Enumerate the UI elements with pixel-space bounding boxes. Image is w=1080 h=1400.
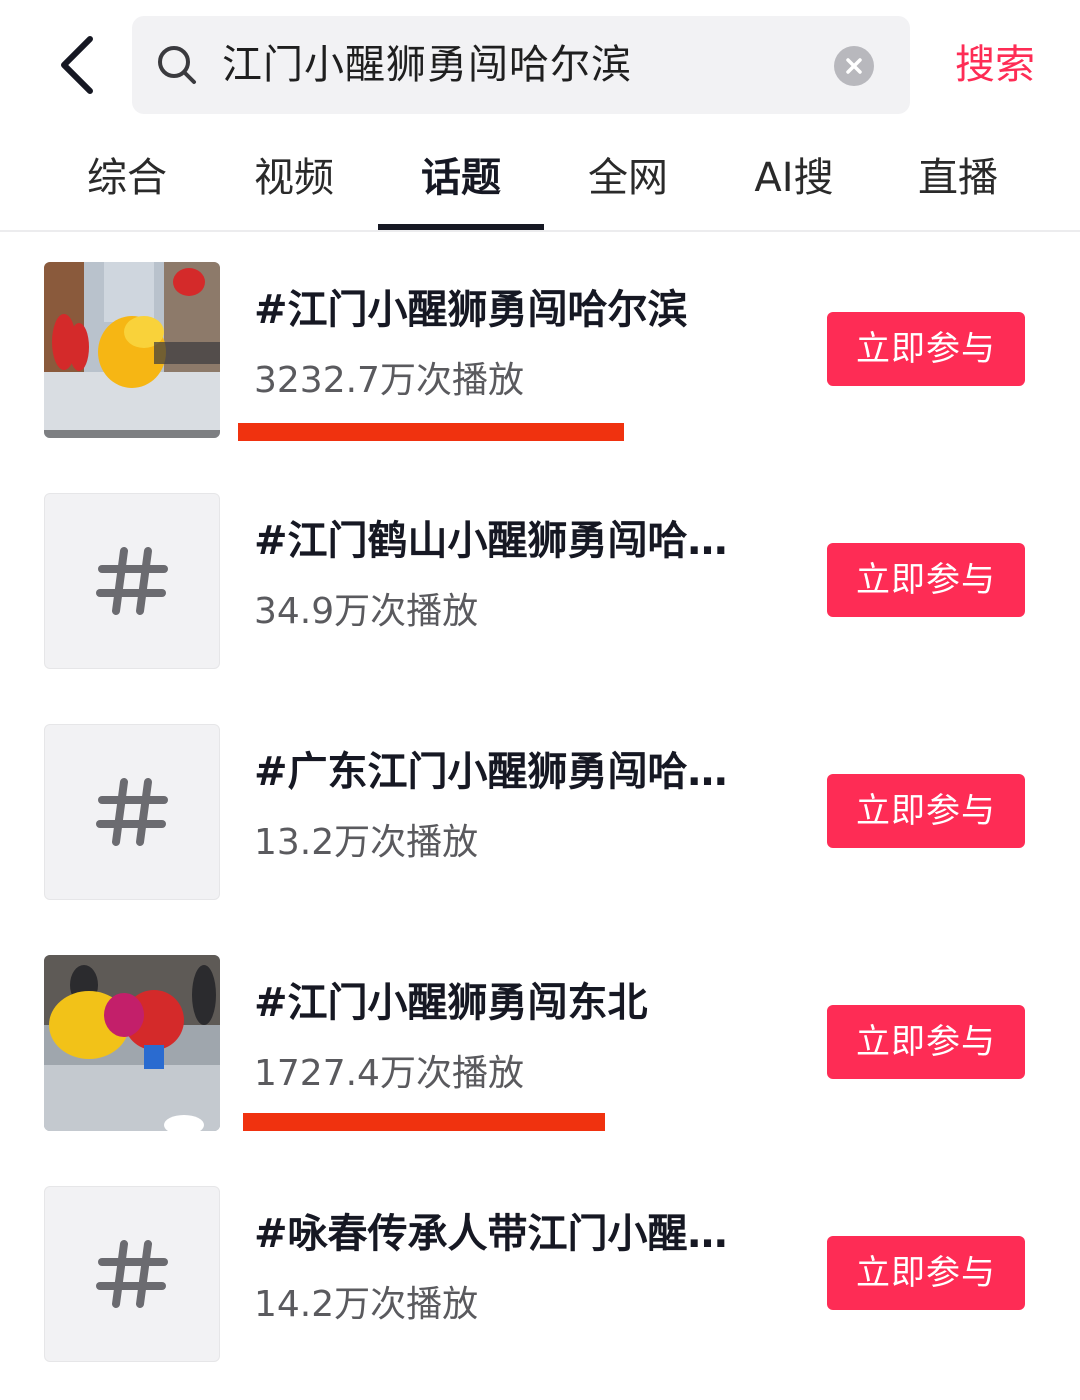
clear-icon[interactable]: [834, 46, 874, 86]
hash-thumbnail[interactable]: [44, 1186, 220, 1362]
search-icon: [152, 40, 202, 90]
join-topic-button[interactable]: 立即参与: [827, 543, 1025, 617]
join-topic-button[interactable]: 立即参与: [827, 312, 1025, 386]
tab-topic[interactable]: 话题: [378, 130, 544, 230]
topic-view-count: 13.2万次播放: [254, 822, 479, 863]
tab-video[interactable]: 视频: [211, 130, 377, 230]
search-button[interactable]: 搜索: [940, 30, 1050, 100]
topic-row[interactable]: #广东江门小醒狮勇闯哈… 13.2万次播放 立即参与: [0, 694, 1080, 925]
topic-row[interactable]: #江门鹤山小醒狮勇闯哈… 34.9万次播放 立即参与: [0, 463, 1080, 694]
topic-title[interactable]: #江门小醒狮勇闯哈尔滨: [254, 282, 744, 338]
search-input[interactable]: 江门小醒狮勇闯哈尔滨: [132, 16, 910, 114]
topic-title[interactable]: #广东江门小醒狮勇闯哈…: [254, 744, 744, 800]
tab-bar: 综合 视频 话题 全网 AI搜 直播: [0, 130, 1080, 232]
lion-dance-photo: [44, 262, 220, 438]
hash-icon: [96, 778, 168, 846]
tab-live[interactable]: 直播: [875, 130, 1041, 230]
hash-thumbnail[interactable]: [44, 724, 220, 900]
topic-row[interactable]: #江门小醒狮勇闯东北 1727.4万次播放 立即参与: [0, 925, 1080, 1156]
hash-thumbnail[interactable]: [44, 493, 220, 669]
highlight-underline: [243, 1113, 605, 1131]
active-tab-indicator: [378, 224, 544, 230]
join-topic-button[interactable]: 立即参与: [827, 774, 1025, 848]
lion-dance-thumbnail[interactable]: [44, 262, 220, 438]
topic-row[interactable]: #咏春传承人带江门小醒… 14.2万次播放 立即参与: [0, 1156, 1080, 1387]
highlight-underline: [238, 423, 624, 441]
lion-dance-thumbnail[interactable]: [44, 955, 220, 1131]
tab-comprehensive[interactable]: 综合: [44, 130, 210, 230]
topic-title[interactable]: #咏春传承人带江门小醒…: [254, 1206, 744, 1262]
topic-view-count: 14.2万次播放: [254, 1284, 479, 1325]
tab-ai-search[interactable]: AI搜: [711, 130, 877, 230]
topic-view-count: 34.9万次播放: [254, 591, 479, 632]
topic-title[interactable]: #江门鹤山小醒狮勇闯哈…: [254, 513, 744, 569]
search-query-text[interactable]: 江门小醒狮勇闯哈尔滨: [222, 16, 632, 114]
search-header: 江门小醒狮勇闯哈尔滨 搜索: [0, 0, 1080, 130]
lion-dance-photo: [44, 955, 220, 1131]
topic-view-count: 1727.4万次播放: [254, 1053, 524, 1094]
tab-web[interactable]: 全网: [545, 130, 711, 230]
back-icon[interactable]: [46, 30, 106, 100]
topic-view-count: 3232.7万次播放: [254, 360, 524, 401]
topic-title[interactable]: #江门小醒狮勇闯东北: [254, 975, 744, 1031]
topic-row[interactable]: #江门小醒狮勇闯哈尔滨 3232.7万次播放 立即参与: [0, 232, 1080, 463]
join-topic-button[interactable]: 立即参与: [827, 1005, 1025, 1079]
hash-icon: [96, 1240, 168, 1308]
join-topic-button[interactable]: 立即参与: [827, 1236, 1025, 1310]
hash-icon: [96, 547, 168, 615]
